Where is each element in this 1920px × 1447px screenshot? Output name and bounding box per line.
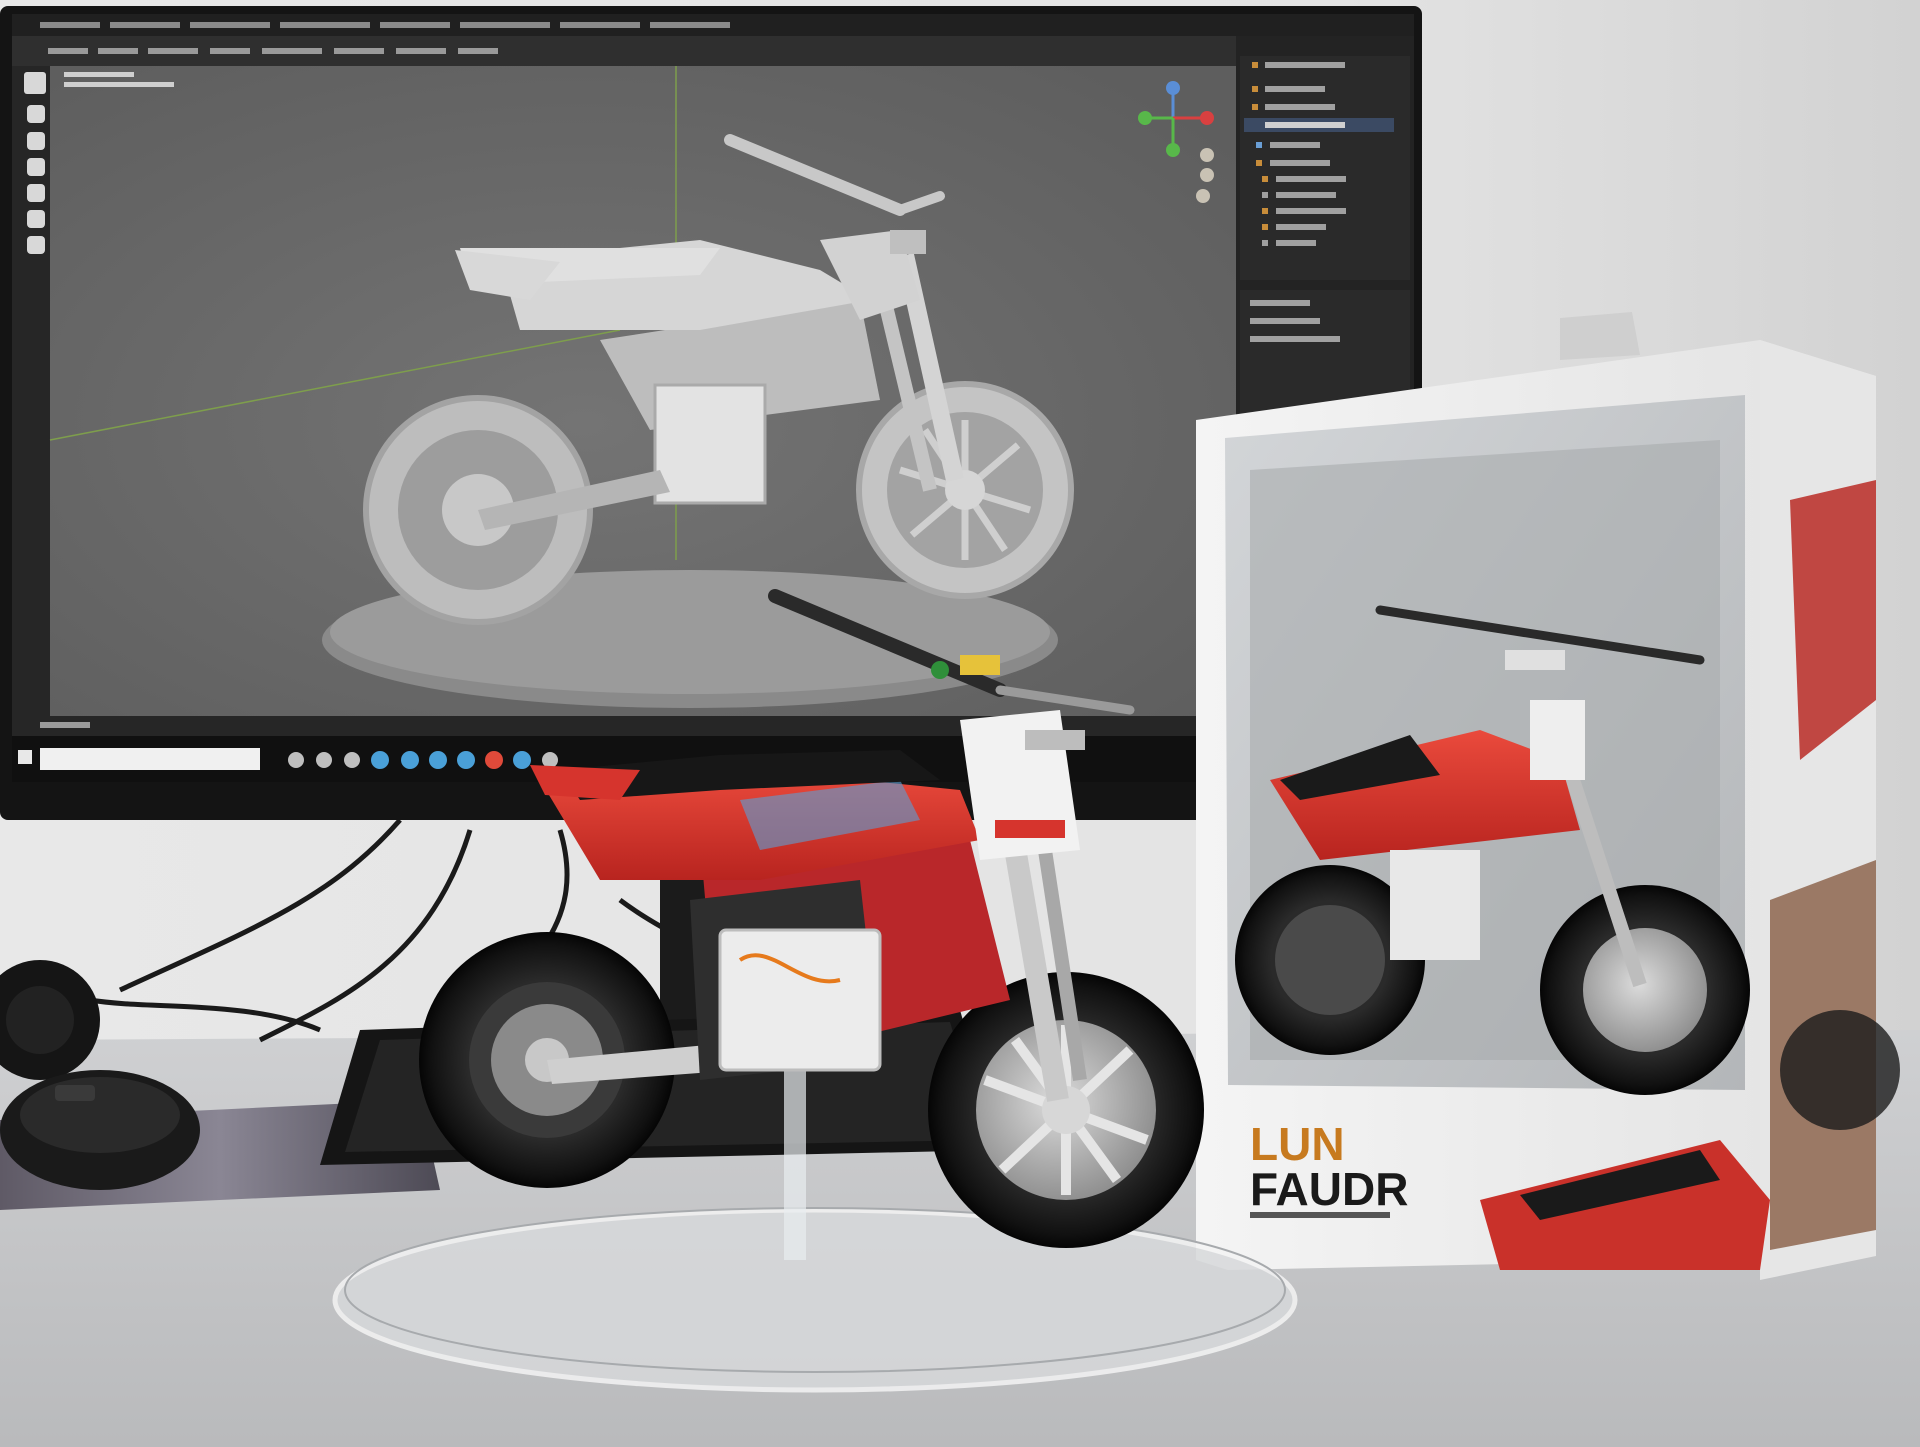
app-icon[interactable] (344, 752, 360, 768)
app-icon[interactable] (542, 752, 558, 768)
scale-tool-icon[interactable] (27, 158, 45, 176)
camera-icon[interactable] (1196, 189, 1210, 203)
app-icon[interactable] (371, 751, 389, 769)
rotate-tool-icon[interactable] (27, 132, 45, 150)
taskbar-search-box[interactable] (40, 748, 260, 770)
start-icon[interactable] (18, 750, 32, 764)
package-box: LUN FAUDR (1196, 312, 1900, 1280)
move-tool-icon[interactable] (27, 105, 45, 123)
neg-x-axis-icon[interactable] (1138, 111, 1152, 125)
app-icon[interactable] (288, 752, 304, 768)
x-axis-icon[interactable] (1200, 111, 1214, 125)
pan-icon[interactable] (1200, 168, 1214, 182)
transform-tool-icon[interactable] (27, 184, 45, 202)
app-icon[interactable] (457, 751, 475, 769)
measure-tool-icon[interactable] (27, 236, 45, 254)
photo-scene: LUN FAUDR (0, 0, 1920, 1447)
zoom-icon[interactable] (1200, 148, 1214, 162)
y-axis-icon[interactable] (1166, 143, 1180, 157)
app-icon[interactable] (513, 751, 531, 769)
scene-svg: LUN FAUDR (0, 0, 1920, 1447)
battery-box (718, 928, 882, 1072)
package-subtitle-bar (1250, 1212, 1390, 1218)
app-icon[interactable] (429, 751, 447, 769)
app-icon[interactable] (316, 752, 332, 768)
select-tool-icon[interactable] (24, 72, 46, 94)
package-logo-line2: FAUDR (1250, 1163, 1408, 1215)
annotate-tool-icon[interactable] (27, 210, 45, 228)
z-axis-icon[interactable] (1166, 81, 1180, 95)
app-icon[interactable] (401, 751, 419, 769)
toolbar-items (48, 48, 498, 54)
menu-items (40, 22, 730, 28)
model-battery-box (653, 383, 767, 505)
app-icon[interactable] (485, 751, 503, 769)
mouse (0, 1070, 200, 1190)
